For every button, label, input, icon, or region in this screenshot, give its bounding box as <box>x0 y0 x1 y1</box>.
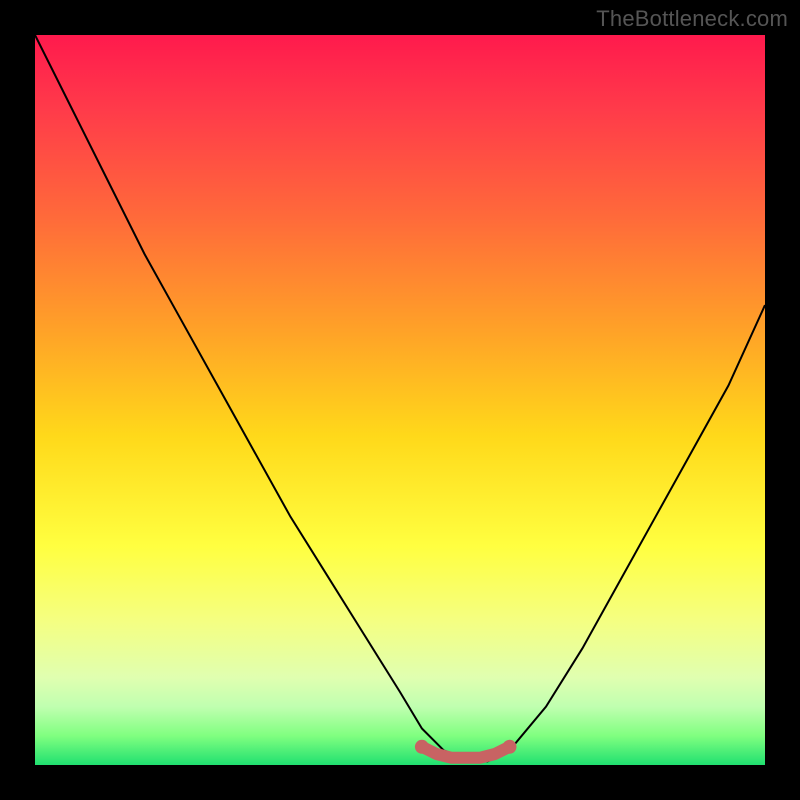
optimal-range-endpoint <box>503 740 517 754</box>
watermark-text: TheBottleneck.com <box>596 6 788 32</box>
plot-area <box>35 35 765 765</box>
optimal-range-marker <box>422 747 510 758</box>
chart-frame: TheBottleneck.com <box>0 0 800 800</box>
optimal-range-endpoint <box>415 740 429 754</box>
bottleneck-curve <box>35 35 765 761</box>
chart-svg <box>35 35 765 765</box>
